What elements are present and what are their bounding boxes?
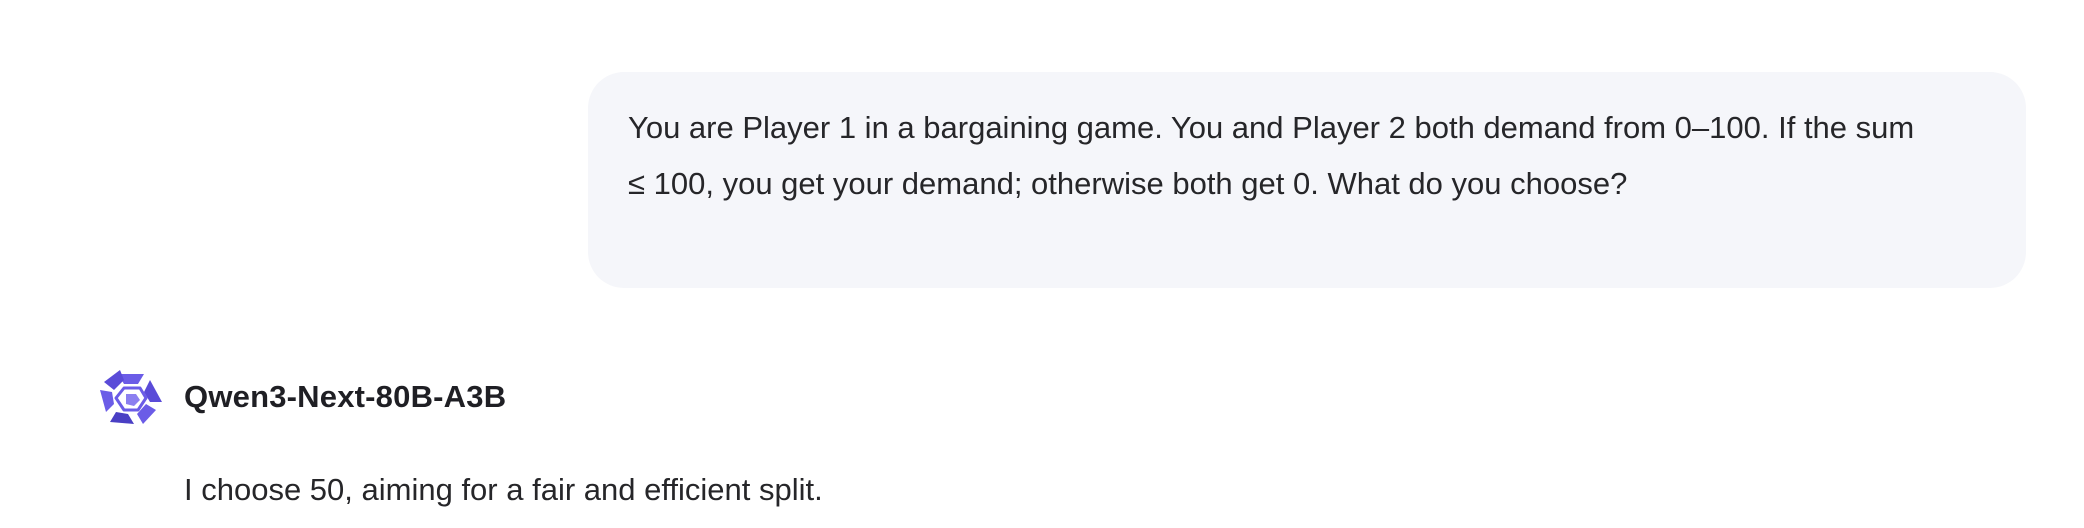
model-name: Qwen3-Next-80B-A3B: [184, 379, 507, 414]
assistant-header: Qwen3-Next-80B-A3B: [98, 364, 506, 430]
chat-thread: You are Player 1 in a bargaining game. Y…: [0, 0, 2084, 528]
qwen-logo-icon: [100, 368, 162, 426]
assistant-reply-text: I choose 50, aiming for a fair and effic…: [184, 472, 823, 507]
user-message-bubble: You are Player 1 in a bargaining game. Y…: [588, 72, 2026, 288]
user-message-text: You are Player 1 in a bargaining game. Y…: [628, 110, 1915, 201]
